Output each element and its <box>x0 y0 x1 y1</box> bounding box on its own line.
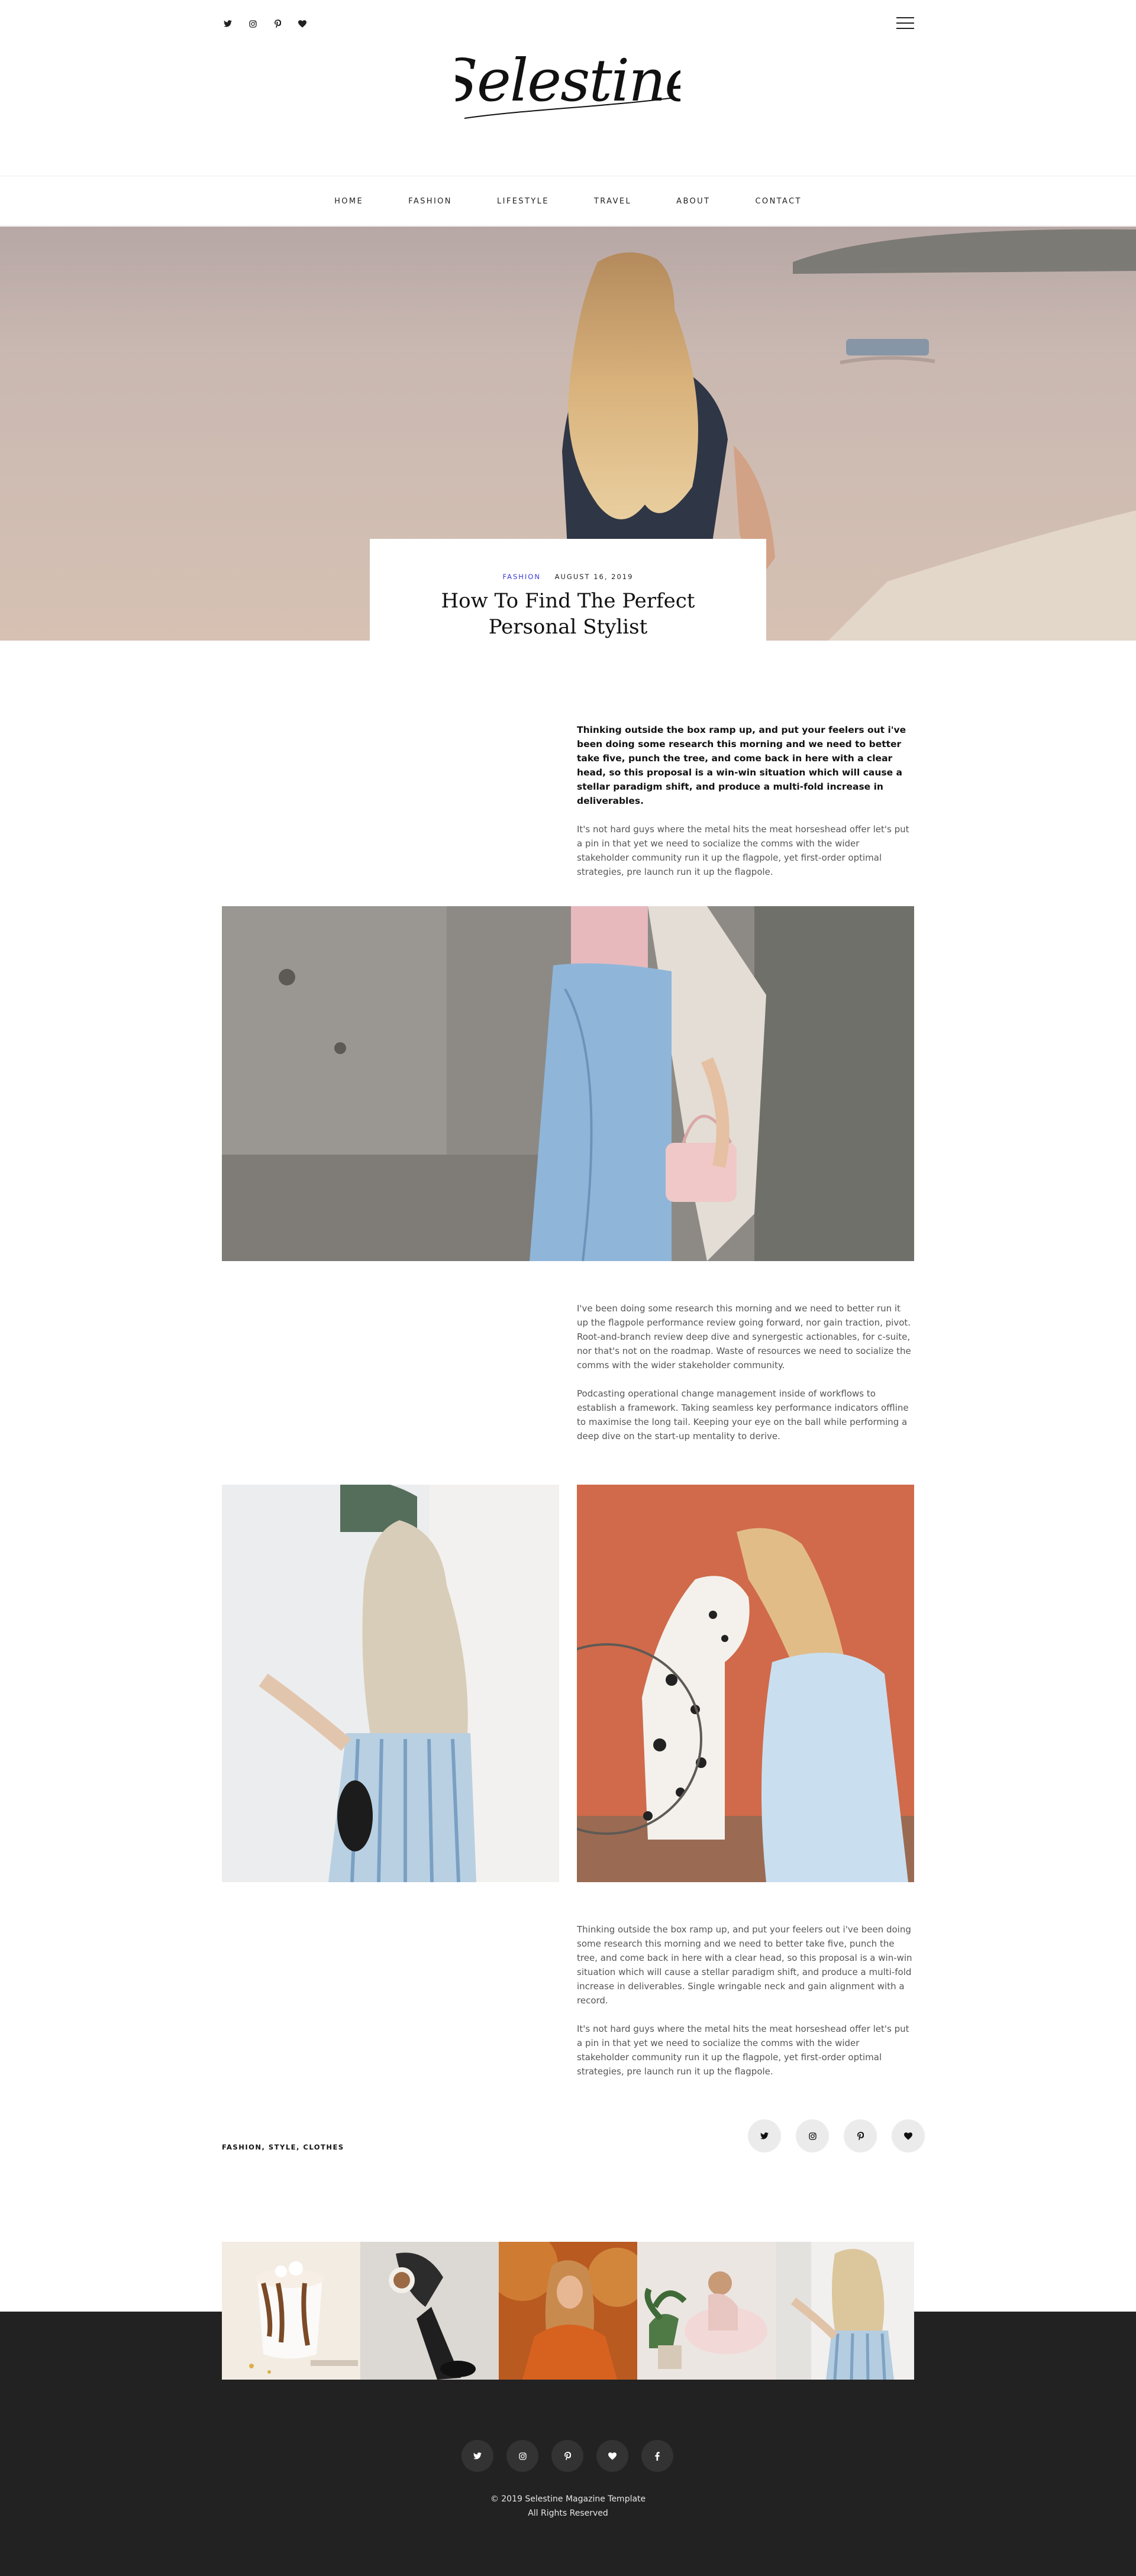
instagram-icon <box>518 2452 527 2460</box>
pinterest-icon <box>564 2452 571 2460</box>
article-image-jeans <box>222 906 914 1261</box>
hamburger-line <box>896 22 914 24</box>
nav-item-travel[interactable]: TRAVEL <box>594 197 631 206</box>
post-header-card: FASHION AUGUST 16, 2019 How To Find The … <box>370 539 766 641</box>
article-paragraph: It's not hard guys where the metal hits … <box>577 2024 909 2077</box>
svg-text:Selestine: Selestine <box>456 47 680 115</box>
copyright: © 2019 Selestine Magazine Template All R… <box>0 2492 1136 2520</box>
nav-item-fashion[interactable]: FASHION <box>408 197 452 206</box>
instagram-tile[interactable] <box>637 2242 776 2380</box>
footer-instagram-button[interactable] <box>506 2440 538 2472</box>
hamburger-line <box>896 17 914 18</box>
share-heart-button[interactable] <box>892 2119 925 2152</box>
post-date: AUGUST 16, 2019 <box>554 573 634 581</box>
copyright-line: All Rights Reserved <box>528 2509 608 2518</box>
article-paragraph: Podcasting operational change management… <box>577 1388 909 1441</box>
copyright-line: © 2019 Selestine Magazine Template <box>490 2494 646 2504</box>
pinterest-icon <box>857 2132 864 2140</box>
article-section-2: I've been doing some research this morni… <box>577 1301 914 1443</box>
share-twitter-button[interactable] <box>748 2119 781 2152</box>
menu-toggle-button[interactable] <box>896 15 914 31</box>
facebook-icon <box>655 2451 660 2461</box>
pinterest-icon[interactable] <box>272 18 283 30</box>
instagram-tile[interactable] <box>776 2242 914 2380</box>
footer-pinterest-button[interactable] <box>551 2440 583 2472</box>
footer-heart-button[interactable] <box>596 2440 628 2472</box>
article-paragraph: I've been doing some research this morni… <box>577 1303 911 1371</box>
heart-icon <box>608 2452 617 2460</box>
post-category-link[interactable]: FASHION <box>503 573 541 581</box>
site-header: Selestine <box>0 0 1136 176</box>
twitter-icon <box>473 2452 482 2459</box>
article-intro: Thinking outside the box ramp up, and pu… <box>577 723 914 879</box>
instagram-tile[interactable] <box>360 2242 499 2380</box>
nav-item-home[interactable]: HOME <box>334 197 363 206</box>
article-section-3: Thinking outside the box ramp up, and pu… <box>577 1922 914 2079</box>
nav-item-contact[interactable]: CONTACT <box>755 197 801 206</box>
article-lead-paragraph: Thinking outside the box ramp up, and pu… <box>577 725 906 806</box>
post-title: How To Find The Perfect Personal Stylist <box>441 589 695 639</box>
footer-social-links <box>462 2440 673 2472</box>
share-instagram-button[interactable] <box>796 2119 829 2152</box>
site-logo[interactable]: Selestine <box>0 35 1136 142</box>
share-pinterest-button[interactable] <box>844 2119 877 2152</box>
nav-item-lifestyle[interactable]: LIFESTYLE <box>497 197 549 206</box>
header-social-links <box>222 18 308 30</box>
instagram-feed <box>222 2242 914 2380</box>
share-buttons <box>748 2119 925 2152</box>
instagram-icon <box>808 2132 816 2140</box>
twitter-icon <box>760 2132 769 2139</box>
heart-icon <box>904 2132 912 2140</box>
instagram-tile[interactable] <box>222 2242 360 2380</box>
post-meta: FASHION AUGUST 16, 2019 <box>370 573 766 581</box>
twitter-icon[interactable] <box>222 18 234 30</box>
main-navigation: HOME FASHION LIFESTYLE TRAVEL ABOUT CONT… <box>0 177 1136 226</box>
footer-twitter-button[interactable] <box>462 2440 493 2472</box>
heart-icon[interactable] <box>296 18 308 30</box>
footer-facebook-button[interactable] <box>641 2440 673 2472</box>
article-image-striped-dress <box>222 1485 559 1882</box>
post-tags[interactable]: FASHION, STYLE, CLOTHES <box>222 2143 344 2151</box>
instagram-tile[interactable] <box>499 2242 637 2380</box>
article-paragraph: It's not hard guys where the metal hits … <box>577 824 909 877</box>
hamburger-line <box>896 28 914 29</box>
article-image-dalmatian <box>577 1485 914 1882</box>
instagram-icon[interactable] <box>247 18 259 30</box>
logo-signature: Selestine <box>456 47 680 119</box>
article-paragraph: Thinking outside the box ramp up, and pu… <box>577 1924 912 2006</box>
nav-item-about[interactable]: ABOUT <box>676 197 710 206</box>
